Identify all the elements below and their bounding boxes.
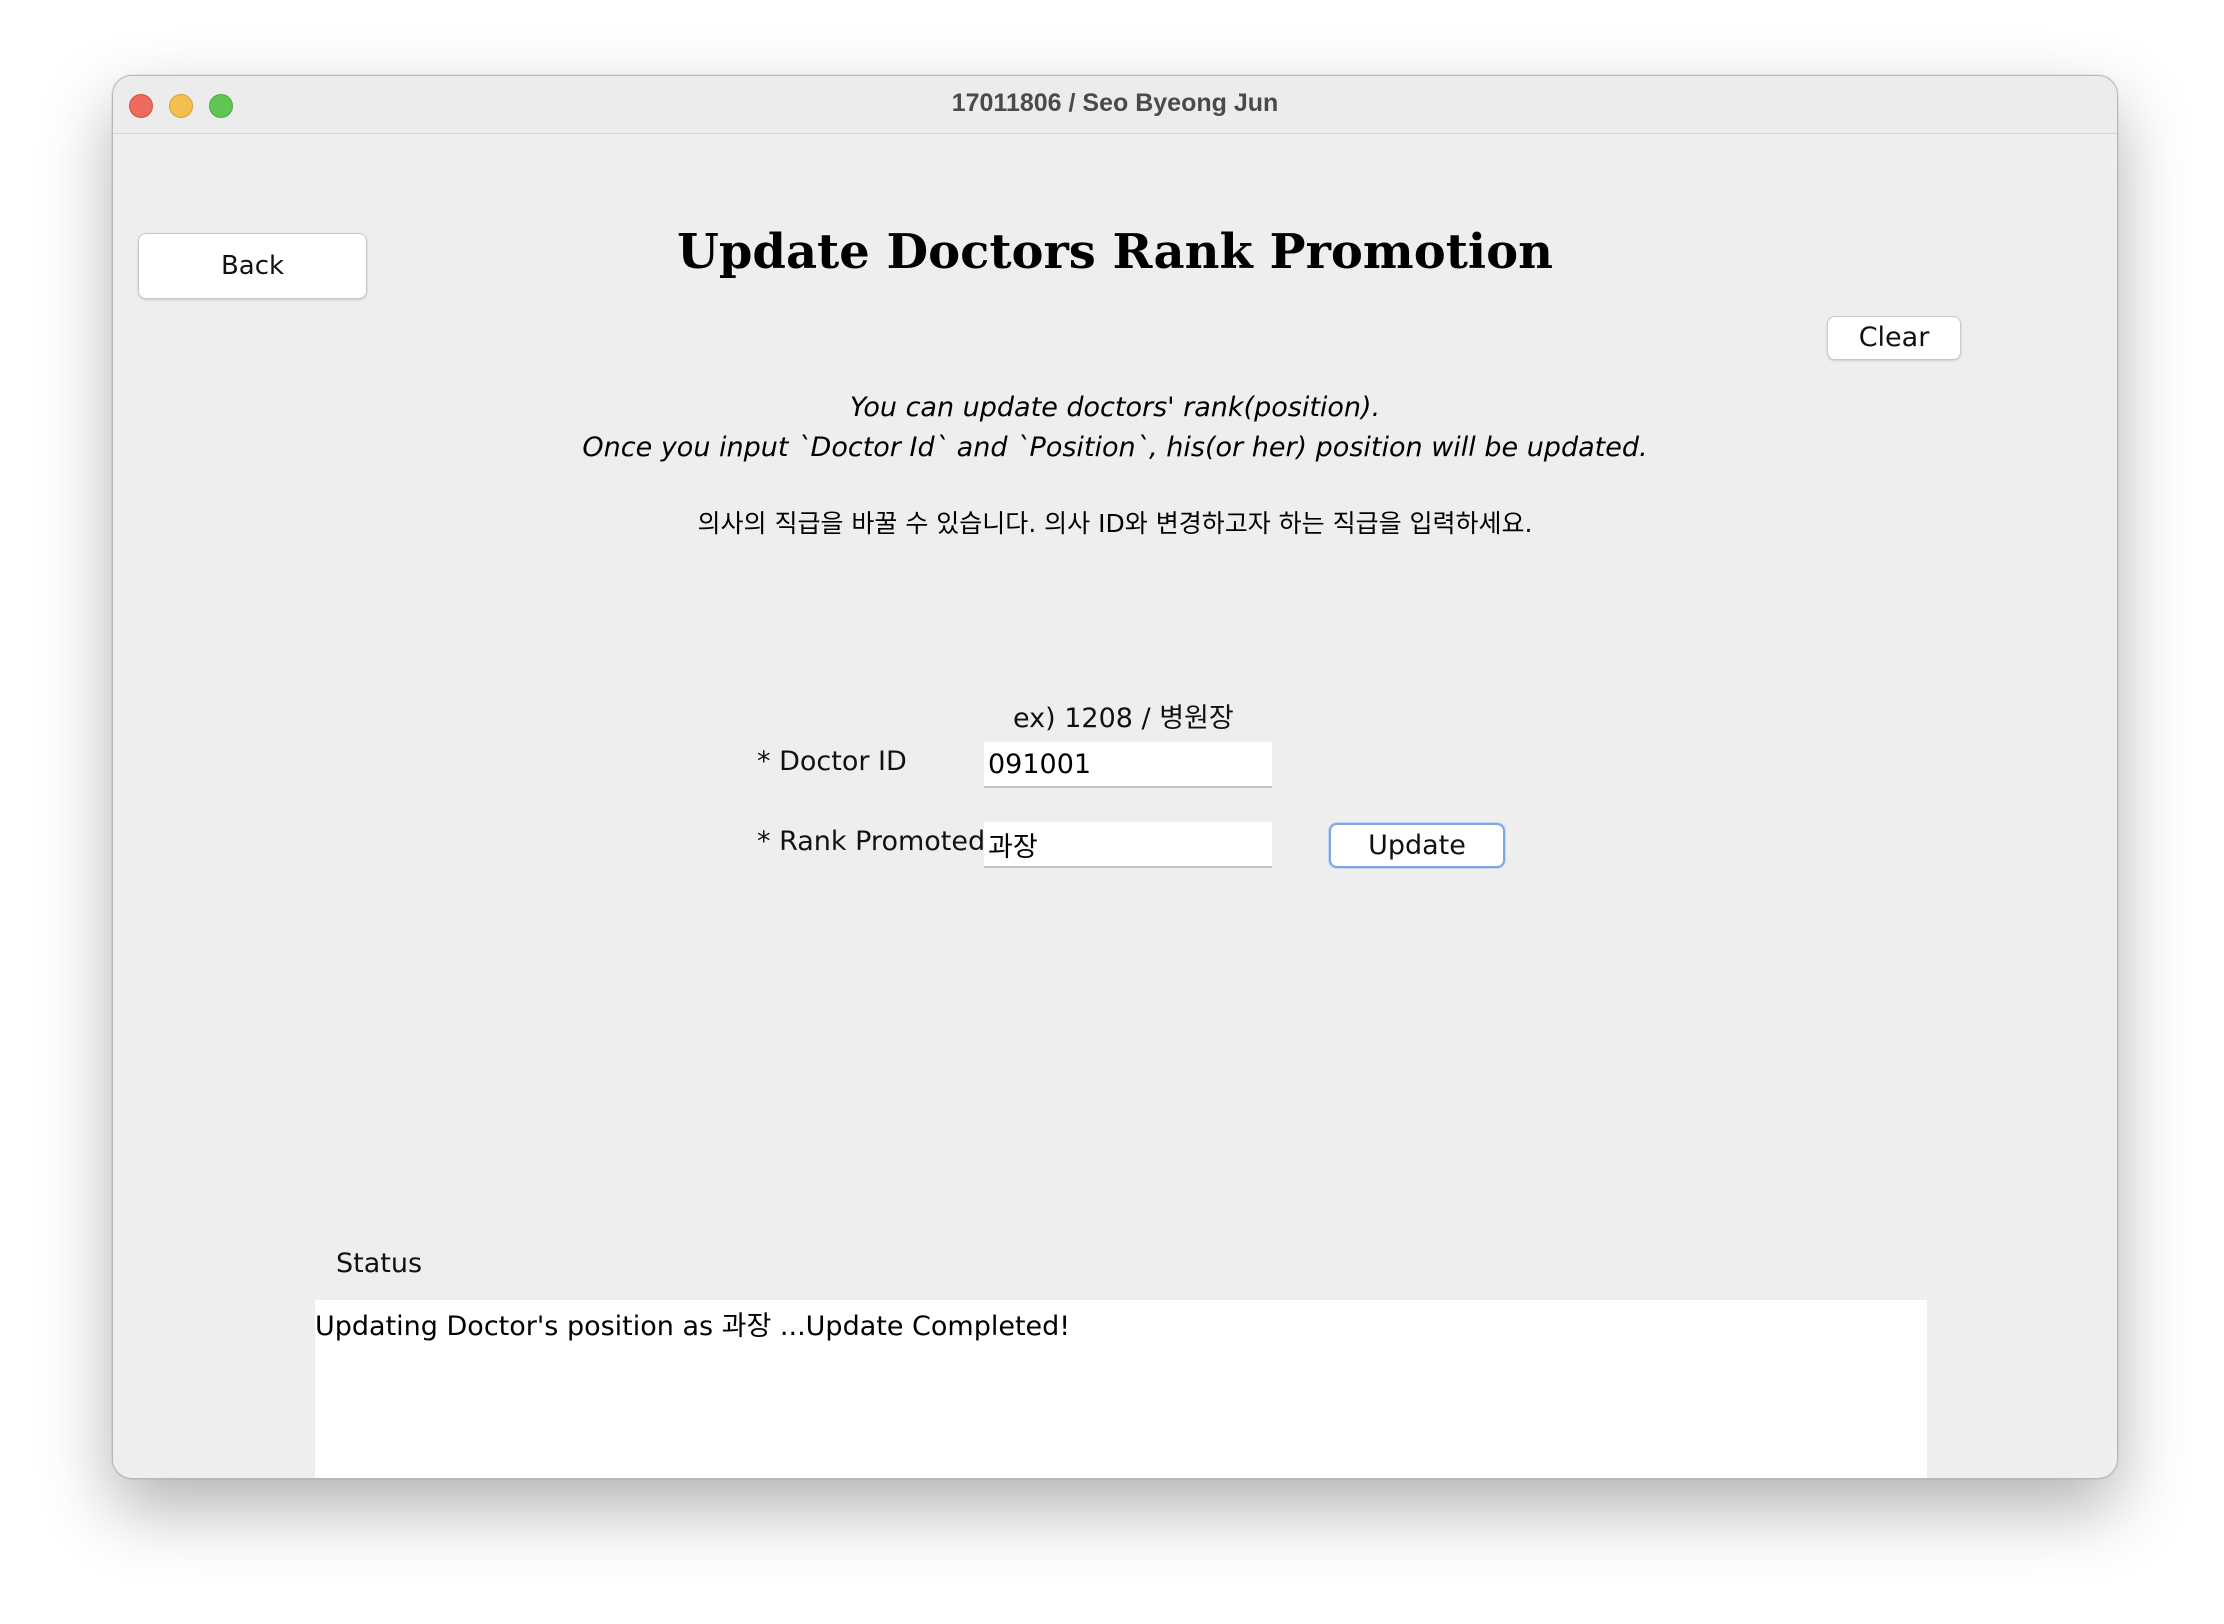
description-line-2: Once you input `Doctor Id` and `Position… xyxy=(582,432,1648,463)
description-line-1: You can update doctors' rank(position). xyxy=(849,392,1381,423)
window-title: 17011806 / Seo Byeong Jun xyxy=(951,89,1279,117)
app-window: 17011806 / Seo Byeong Jun Back Update Do… xyxy=(112,75,2118,1479)
input-example-hint: ex) 1208 / 병원장 xyxy=(1013,703,1234,734)
main-content: Back Update Doctors Rank Promotion Clear… xyxy=(113,134,2117,1478)
status-output[interactable]: Updating Doctor's position as 과장 ...Upda… xyxy=(315,1300,1927,1478)
rank-promoted-field[interactable] xyxy=(984,822,1272,868)
page-title: Update Doctors Rank Promotion xyxy=(676,224,1554,280)
doctor-id-field[interactable] xyxy=(984,742,1272,788)
rank-promoted-label: * Rank Promoted xyxy=(757,826,986,857)
status-label: Status xyxy=(336,1248,423,1279)
clear-button[interactable]: Clear xyxy=(1827,316,1961,360)
description-korean: 의사의 직급을 바꿀 수 있습니다. 의사 ID와 변경하고자 하는 직급을 입… xyxy=(697,509,1533,538)
doctor-id-label: * Doctor ID xyxy=(757,746,907,777)
title-bar[interactable]: 17011806 / Seo Byeong Jun xyxy=(113,76,2117,134)
update-button[interactable]: Update xyxy=(1329,823,1505,868)
